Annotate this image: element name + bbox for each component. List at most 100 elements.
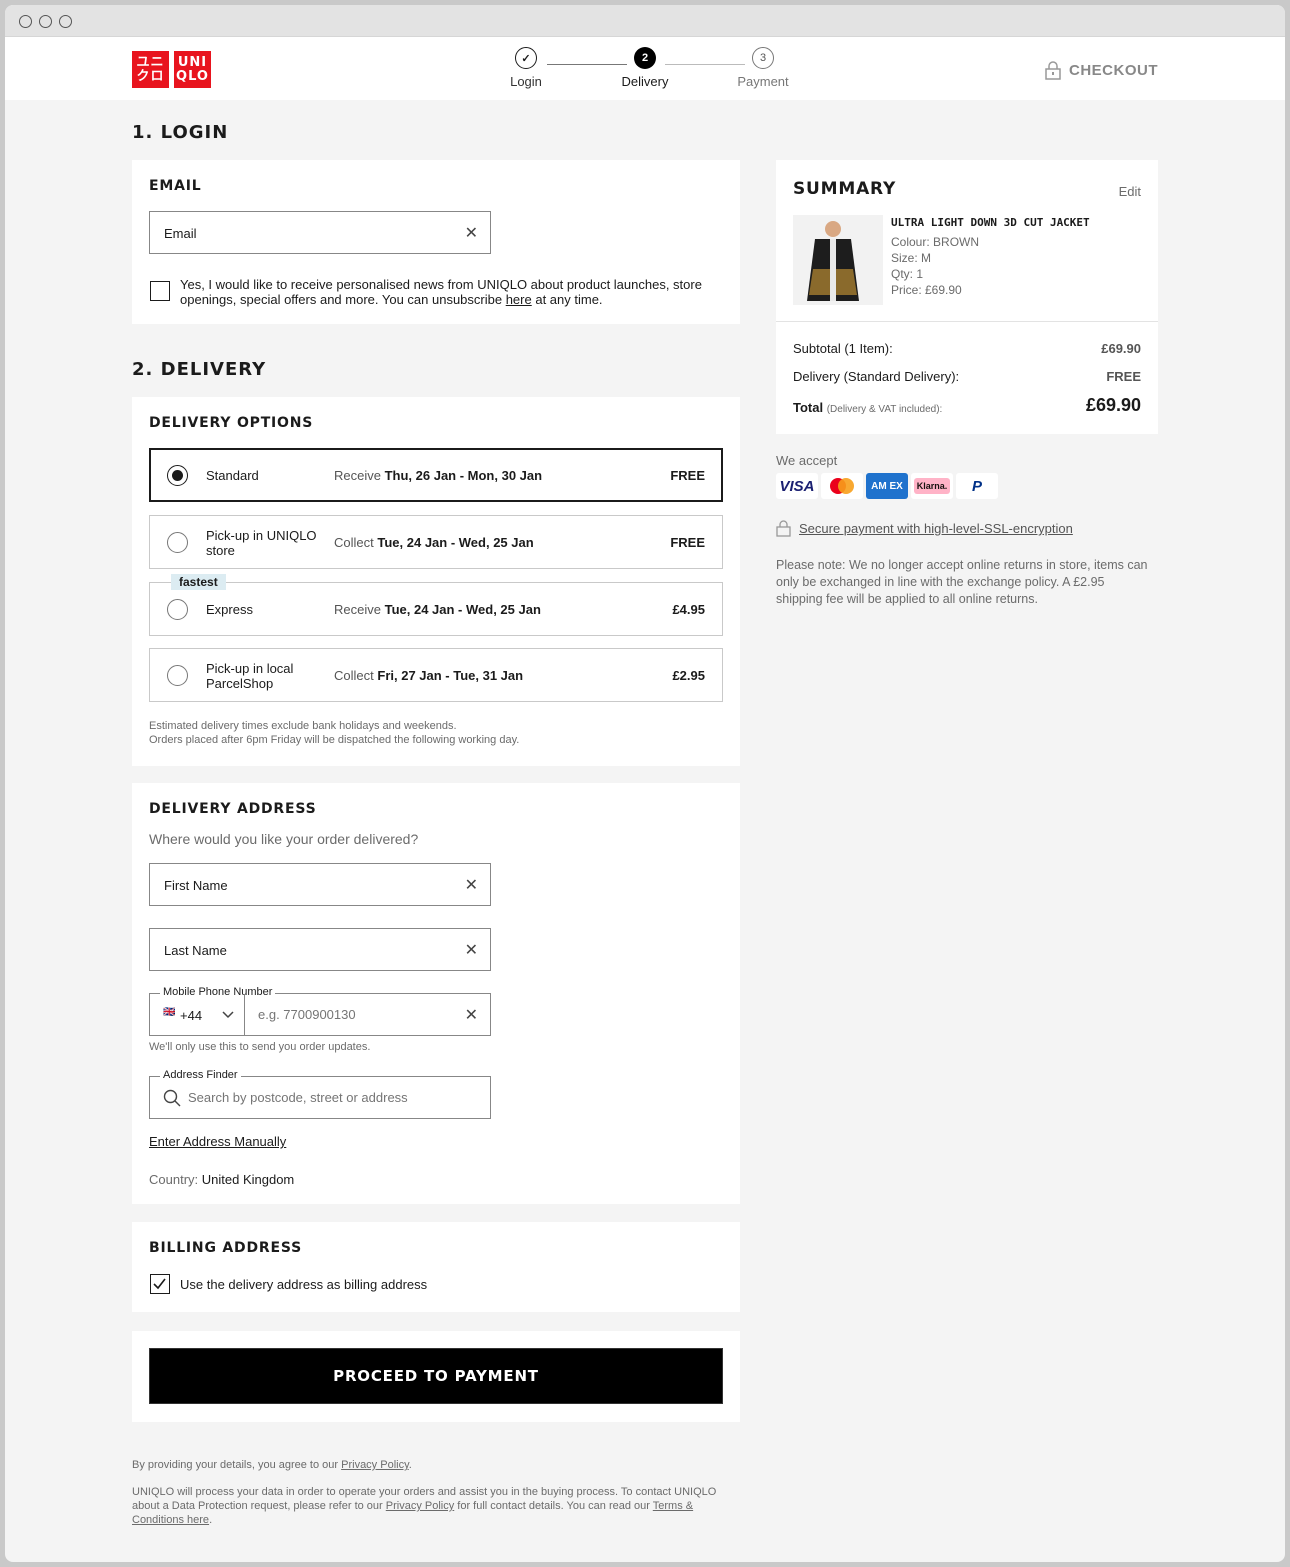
option-dates: Receive Tue, 24 Jan - Wed, 25 Jan [334,602,541,617]
paypal-icon: P [956,473,998,499]
phone-number-input[interactable] [246,995,456,1034]
address-search-input[interactable] [188,1078,478,1117]
delivery-radio[interactable] [167,532,188,553]
option-name: Pick-up in UNIQLO store [206,528,317,558]
phone-hint: We'll only use this to send you order up… [149,1041,371,1053]
product-size: Size: M [891,251,932,265]
returns-note: Please note: We no longer accept online … [776,558,1148,606]
clear-icon[interactable]: ✕ [465,1005,478,1025]
newsletter-text: Yes, I would like to receive personalise… [180,277,702,307]
legal-line: By providing your details, you agree to … [132,1459,412,1471]
email-card: EMAIL Email ✕ Yes, I would like to recei… [132,160,740,324]
first-name-value: First Name [164,878,228,893]
we-accept-title: We accept [776,453,838,468]
lock-icon [776,520,791,537]
country-code-value: +44 [180,1008,203,1023]
product-colour: Colour: BROWN [891,235,980,249]
billing-same-checkbox[interactable] [150,1274,170,1294]
first-name-field[interactable]: First Name ✕ [149,863,491,906]
delivery-address-card: DELIVERY ADDRESS Where would you like yo… [132,783,740,1204]
visa-icon: VISA [776,473,818,499]
billing-address-card: BILLING ADDRESS Use the delivery address… [132,1222,740,1312]
address-finder-field[interactable]: Address Finder [149,1069,491,1119]
last-name-field[interactable]: Last Name ✕ [149,928,491,971]
step-delivery: 2 Delivery [605,47,685,89]
step-number: 2 [634,47,656,69]
logo-latin-top: UNI [177,54,208,70]
edit-cart-link[interactable]: Edit [1119,184,1141,199]
proceed-card: PROCEED TO PAYMENT [132,1331,740,1422]
delivery-option-express[interactable]: fastest Express Receive Tue, 24 Jan - We… [149,574,723,636]
option-price: FREE [670,535,705,550]
total-label: Total (Delivery & VAT included): [793,400,943,415]
product-image [793,215,883,305]
checkout-progress: ✓ Login 2 Delivery 3 Payment [495,47,805,97]
delivery-option-parcelshop[interactable]: Pick-up in local ParcelShop Collect Fri,… [149,648,723,702]
option-price: £2.95 [672,668,705,683]
delivery-option-store-pickup[interactable]: Pick-up in UNIQLO store Collect Tue, 24 … [149,515,723,569]
clear-icon[interactable]: ✕ [465,875,478,895]
klarna-icon: Klarna. [911,473,953,499]
product-price: Price: £69.90 [891,283,962,297]
newsletter-label: Yes, I would like to receive personalise… [180,277,720,307]
delivery-options-card: DELIVERY OPTIONS Standard Receive Thu, 2… [132,397,740,766]
option-dates: Collect Fri, 27 Jan - Tue, 31 Jan [334,668,524,683]
email-card-title: EMAIL [149,178,202,194]
billing-same-label: Use the delivery address as billing addr… [180,1277,428,1292]
newsletter-checkbox[interactable] [150,281,170,301]
country-code-select[interactable]: 🇬🇧 +44 [150,994,245,1035]
subtotal-value: £69.90 [1101,341,1141,356]
privacy-policy-link[interactable]: Privacy Policy [386,1500,454,1512]
close-window-button[interactable] [19,15,32,28]
option-price: FREE [670,468,705,483]
amex-icon: AM EX [866,473,908,499]
maximize-window-button[interactable] [59,15,72,28]
section-title-delivery: 2. DELIVERY [132,359,267,380]
option-name: Standard [206,468,259,483]
delivery-radio[interactable] [167,665,188,686]
step-label: Delivery [621,74,669,89]
logo-block-katakana: ユニ クロ [132,51,169,88]
unsubscribe-link[interactable]: here [506,292,532,307]
secure-payment-link[interactable]: Secure payment with high-level-SSL-encry… [799,521,1073,536]
option-price: £4.95 [672,602,705,617]
billing-address-title: BILLING ADDRESS [149,1240,302,1256]
email-field[interactable]: Email ✕ [149,211,491,254]
step-login[interactable]: ✓ Login [486,47,566,89]
enter-address-manually-link[interactable]: Enter Address Manually [149,1134,286,1149]
delivery-option-standard[interactable]: Standard Receive Thu, 26 Jan - Mon, 30 J… [149,448,723,502]
privacy-policy-link[interactable]: Privacy Policy [341,1459,409,1471]
country-value: United Kingdom [201,1172,295,1187]
delivery-address-title: DELIVERY ADDRESS [149,801,317,817]
delivery-note: Estimated delivery times exclude bank ho… [149,719,519,747]
delivery-address-subtitle: Where would you like your order delivere… [149,831,419,847]
order-summary: SUMMARY Edit ULTRA LIGHT DOWN 3D CUT JAC… [776,160,1158,434]
clear-icon[interactable]: ✕ [465,940,478,960]
lock-icon [1045,61,1061,80]
delivery-cost-value: FREE [1106,369,1141,384]
delivery-note-line: Orders placed after 6pm Friday will be d… [149,734,520,746]
search-icon [163,1089,181,1107]
step-payment: 3 Payment [723,47,803,89]
delivery-radio[interactable] [167,465,188,486]
divider [776,321,1158,322]
fastest-badge: fastest [171,574,226,590]
summary-title: SUMMARY [793,179,897,199]
logo-block-latin: UNI QLO [174,51,211,88]
secure-checkout-indicator: CHECKOUT [1045,61,1158,80]
clear-icon[interactable]: ✕ [465,223,478,243]
step-number: 3 [752,47,774,69]
delivery-radio[interactable] [167,599,188,620]
uniqlo-logo[interactable]: ユニ クロ UNI QLO [132,51,216,88]
legal-text: By providing your details, you agree to … [132,1458,732,1527]
jacket-image [793,215,883,305]
payment-methods: VISA AM EX Klarna. P [776,473,998,499]
check-icon [153,1278,166,1290]
option-dates: Receive Thu, 26 Jan - Mon, 30 Jan [334,468,543,483]
checkout-header: ユニ クロ UNI QLO ✓ Login 2 Delivery 3 Payme… [5,37,1285,100]
option-name: Express [206,602,253,617]
window-titlebar [5,5,1285,37]
delivery-note-line: Estimated delivery times exclude bank ho… [149,720,457,732]
proceed-to-payment-button[interactable]: PROCEED TO PAYMENT [149,1348,723,1404]
minimize-window-button[interactable] [39,15,52,28]
